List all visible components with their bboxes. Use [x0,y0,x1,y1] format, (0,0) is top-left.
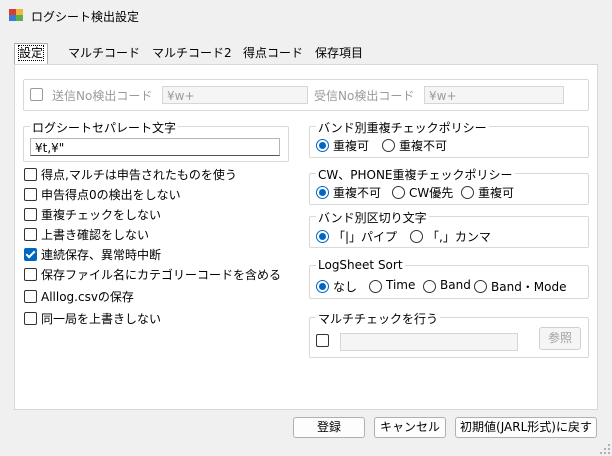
tab-multi-code[interactable]: マルチコード [64,44,144,63]
multi-check-group-label: マルチチェックを行う [316,310,441,327]
band-sep-group: バンド別区切り文字 「|」パイプ 「,」カンマ [309,209,589,248]
separator-group: ログシートセパレート文字 ¥t,¥" [23,119,289,162]
band-dup-allow-radio[interactable] [316,139,329,152]
band-dup-group-label: バンド別重複チェックポリシー [316,119,489,136]
app-icon [9,9,23,21]
sort-group-label: LogSheet Sort [316,258,405,272]
sort-group: LogSheet Sort なし Time Band Band・Mode [309,258,589,299]
multi-check-group: マルチチェックを行う 参照 [309,310,589,358]
band-dup-group: バンド別重複チェックポリシー 重複可 重複不可 [309,119,589,158]
settings-window: ログシート検出設定 設定 マルチコード マルチコード2 得点コード 保存項目 送… [0,0,612,456]
tab-multi-code-2[interactable]: マルチコード2 [148,44,236,63]
sort-time-label: Time [386,278,416,292]
register-button[interactable]: 登録 [293,417,365,438]
band-sep-comma-label: 「,」カンマ [427,230,491,244]
option-use-declared-label: 得点,マルチは申告されたものを使う [41,168,237,182]
band-dup-deny-label: 重複不可 [399,139,448,153]
detect-code-checkbox[interactable] [30,88,43,101]
option-no-zero-checkbox[interactable] [24,188,37,201]
option-no-overwrite-confirm-checkbox[interactable] [24,228,37,241]
option-continuous-save-checkbox[interactable] [24,248,37,261]
cw-phone-cw-first-radio[interactable] [392,186,405,199]
sort-band-mode-radio[interactable] [474,280,487,293]
option-no-zero-label: 申告得点0の検出をしない [41,188,181,202]
band-sep-pipe-label: 「|」パイプ [333,230,398,244]
tab-score-code[interactable]: 得点コード [239,44,307,63]
cw-phone-deny-radio[interactable] [316,186,329,199]
tab-settings[interactable]: 設定 [14,43,49,65]
cw-phone-group-label: CW、PHONE重複チェックポリシー [316,166,515,183]
send-no-input[interactable]: ¥w+ [162,86,308,104]
option-no-dup-check-label: 重複チェックをしない [41,208,162,222]
recv-no-label: 受信No検出コード [314,89,415,103]
option-category-filename-label: 保存ファイル名にカテゴリーコードを含める [41,268,282,282]
browse-button[interactable]: 参照 [539,327,581,350]
multi-check-path-input[interactable] [340,333,518,351]
option-no-overwrite-confirm-label: 上書き確認をしない [41,228,150,242]
window-title: ログシート検出設定 [31,10,140,24]
recv-no-input[interactable]: ¥w+ [424,86,564,104]
option-no-overwrite-same-label: 同一局を上書きしない [41,312,162,326]
resize-grip-icon[interactable] [600,444,610,454]
sort-band-label: Band [440,278,471,292]
cw-phone-allow-label: 重複可 [478,186,515,200]
tab-save-items[interactable]: 保存項目 [311,44,367,63]
cancel-button[interactable]: キャンセル [374,417,446,438]
cw-phone-group: CW、PHONE重複チェックポリシー 重複不可 CW優先 重複可 [309,166,589,205]
option-continuous-save-label: 連続保存、異常時中断 [41,248,162,262]
option-alllog-save-label: Alllog.csvの保存 [41,290,134,304]
title-bar: ログシート検出設定 [0,0,612,32]
sort-band-radio[interactable] [423,280,436,293]
detect-code-group: 送信No検出コード ¥w+ 受信No検出コード ¥w+ [23,79,589,111]
band-dup-deny-radio[interactable] [382,139,395,152]
option-alllog-save-checkbox[interactable] [24,290,37,303]
band-dup-allow-label: 重複可 [333,139,370,153]
option-no-dup-check-checkbox[interactable] [24,208,37,221]
option-no-overwrite-same-checkbox[interactable] [24,312,37,325]
sort-none-radio[interactable] [316,280,329,293]
sort-none-label: なし [333,280,358,294]
separator-input[interactable]: ¥t,¥" [30,138,280,156]
cw-phone-cw-first-label: CW優先 [409,186,454,200]
settings-tab-panel: 送信No検出コード ¥w+ 受信No検出コード ¥w+ ログシートセパレート文字… [14,64,598,410]
option-category-filename-checkbox[interactable] [24,268,37,281]
cw-phone-deny-label: 重複不可 [333,186,382,200]
send-no-label: 送信No検出コード [52,89,153,103]
band-sep-pipe-radio[interactable] [316,230,329,243]
band-sep-comma-radio[interactable] [410,230,423,243]
separator-group-label: ログシートセパレート文字 [30,119,179,136]
reset-default-button[interactable]: 初期値(JARL形式)に戻す [455,417,597,438]
cw-phone-allow-radio[interactable] [461,186,474,199]
band-sep-group-label: バンド別区切り文字 [316,209,429,226]
sort-time-radio[interactable] [369,280,382,293]
multi-check-checkbox[interactable] [316,334,329,347]
sort-band-mode-label: Band・Mode [491,280,567,294]
option-use-declared-checkbox[interactable] [24,168,37,181]
